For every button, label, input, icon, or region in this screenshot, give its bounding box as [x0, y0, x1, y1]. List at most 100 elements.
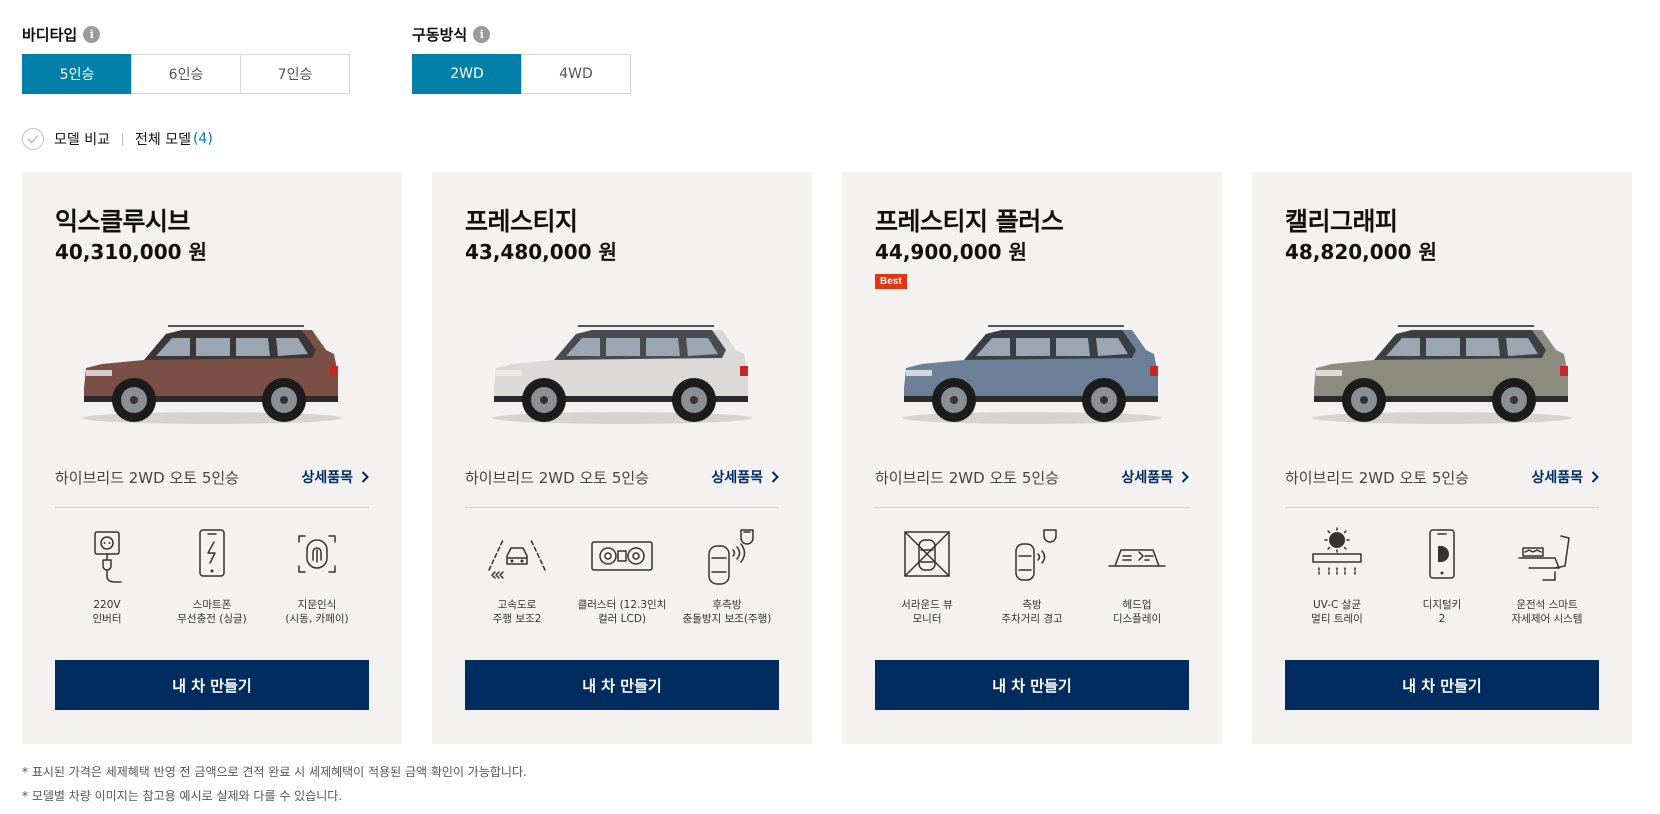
- highway-assist-icon: [485, 526, 549, 592]
- compare-label[interactable]: 모델 비교: [54, 129, 110, 149]
- feature-item: 220V 인버터: [55, 526, 159, 626]
- car-image: [1302, 310, 1582, 430]
- detail-link[interactable]: 상세품목: [711, 467, 779, 487]
- detail-link-label: 상세품목: [1531, 470, 1583, 486]
- total-models-count: (4): [192, 131, 213, 147]
- feature-label: 220V 인버터: [92, 599, 122, 625]
- suv-icon: [82, 325, 342, 424]
- feature-label: 스마트폰 무선충전 (싱글): [177, 599, 247, 625]
- feature-list: 서라운드 뷰 모니터 측방 주차거리 경고 헤드업 디스플레이: [875, 526, 1189, 626]
- compare-row: 모델 비교 전체 모델 (4): [22, 128, 213, 150]
- model-price: 43,480,000 원: [465, 240, 617, 264]
- trim-name: 하이브리드 2WD 오토 5인승: [55, 468, 239, 487]
- feature-list: UV-C 살균 멀티 트레이 디지털키 2 운전석 스마트 자세제어 시스템: [1285, 526, 1599, 626]
- drive-type-filter: 구동방식 i 2WD 4WD: [412, 24, 631, 94]
- feature-item: UV-C 살균 멀티 트레이: [1285, 526, 1389, 626]
- check-icon[interactable]: [22, 128, 44, 150]
- feature-label: 지문인식 (시동, 카페이): [285, 599, 349, 625]
- footnote: * 모델별 차량 이미지는 참고용 예시로 실제와 다를 수 있습니다.: [22, 789, 343, 803]
- build-my-car-button[interactable]: 내 차 만들기: [875, 660, 1189, 710]
- feature-item: 운전석 스마트 자세제어 시스템: [1495, 526, 1599, 626]
- feature-label: 후측방 충돌방지 보조(주행): [682, 599, 772, 625]
- detail-link-label: 상세품목: [1121, 470, 1173, 486]
- trim-row: 하이브리드 2WD 오토 5인승 상세품목: [1285, 466, 1599, 488]
- build-my-car-button[interactable]: 내 차 만들기: [1285, 660, 1599, 710]
- feature-label: 고속도로 주행 보조2: [492, 599, 542, 625]
- build-my-car-button[interactable]: 내 차 만들기: [55, 660, 369, 710]
- detail-link[interactable]: 상세품목: [1121, 467, 1189, 487]
- digital-key-icon: [1410, 526, 1474, 592]
- detail-link-label: 상세품목: [301, 470, 353, 486]
- model-card: 프레스티지 43,480,000 원 하이브리드 2WD 오토 5인승 상세품목…: [432, 172, 812, 744]
- uv-c-tray-icon: [1305, 526, 1369, 592]
- car-image: [72, 310, 352, 430]
- detail-link[interactable]: 상세품목: [301, 467, 369, 487]
- body-type-options: 5인승 6인승 7인승: [22, 54, 350, 94]
- trim-row: 하이브리드 2WD 오토 5인승 상세품목: [465, 466, 779, 488]
- feature-item: 헤드업 디스플레이: [1085, 526, 1189, 626]
- car-image: [892, 310, 1172, 430]
- option-7-seater[interactable]: 7인승: [240, 54, 350, 94]
- trim-name: 하이브리드 2WD 오토 5인승: [1285, 468, 1469, 487]
- divider: [55, 507, 369, 508]
- power-inverter-icon: [75, 526, 139, 592]
- feature-label: 디지털키 2: [1422, 599, 1462, 625]
- option-2wd[interactable]: 2WD: [412, 54, 522, 94]
- feature-item: 스마트폰 무선충전 (싱글): [160, 526, 264, 626]
- chevron-right-icon: [771, 471, 779, 483]
- model-name: 프레스티지: [465, 207, 578, 236]
- drive-type-title: 구동방식 i: [412, 24, 631, 44]
- cluster-icon: [590, 526, 654, 592]
- body-type-title: 바디타입 i: [22, 24, 350, 44]
- feature-label: 운전석 스마트 자세제어 시스템: [1511, 599, 1583, 625]
- model-cards: 익스클루시브 40,310,000 원 하이브리드 2WD 오토 5인승 상세품…: [22, 172, 1632, 744]
- model-name: 캘리그래피: [1285, 207, 1398, 236]
- suv-icon: [492, 325, 752, 424]
- feature-label: 측방 주차거리 경고: [1001, 599, 1063, 625]
- option-6-seater[interactable]: 6인승: [131, 54, 241, 94]
- info-icon[interactable]: i: [473, 25, 491, 43]
- feature-list: 고속도로 주행 보조2 클러스터 (12.3인치 컬러 LCD) 후측방 충돌방지 …: [465, 526, 779, 626]
- rear-collision-icon: [695, 526, 759, 592]
- wireless-charger-icon: [180, 526, 244, 592]
- chevron-right-icon: [1591, 471, 1599, 483]
- model-name: 익스클루시브: [55, 207, 191, 236]
- feature-item: 디지털키 2: [1390, 526, 1494, 626]
- feature-list: 220V 인버터 스마트폰 무선충전 (싱글) 지문인식 (시동, 카페이): [55, 526, 369, 626]
- smart-seat-icon: [1515, 526, 1579, 592]
- feature-label: UV-C 살균 멀티 트레이: [1311, 599, 1363, 625]
- footnotes: * 표시된 가격은 세제혜택 반영 전 금액으로 견적 완료 시 세제혜택이 적…: [22, 760, 527, 808]
- option-5-seater[interactable]: 5인승: [22, 54, 132, 94]
- info-icon[interactable]: i: [83, 25, 101, 43]
- divider: [465, 507, 779, 508]
- divider: [121, 133, 123, 145]
- option-4wd[interactable]: 4WD: [521, 54, 631, 94]
- divider: [1285, 507, 1599, 508]
- total-models-label: 전체 모델: [134, 132, 191, 148]
- surround-view-icon: [895, 526, 959, 592]
- footnote: * 표시된 가격은 세제혜택 반영 전 금액으로 견적 완료 시 세제혜택이 적…: [22, 765, 527, 779]
- parking-warning-icon: [1000, 526, 1064, 592]
- feature-item: 지문인식 (시동, 카페이): [265, 526, 369, 626]
- head-up-display-icon: [1105, 526, 1169, 592]
- detail-link[interactable]: 상세품목: [1531, 467, 1599, 487]
- build-my-car-button[interactable]: 내 차 만들기: [465, 660, 779, 710]
- suv-icon: [902, 325, 1162, 424]
- model-price: 48,820,000 원: [1285, 240, 1437, 264]
- feature-label: 헤드업 디스플레이: [1112, 599, 1162, 625]
- chevron-right-icon: [1181, 471, 1189, 483]
- feature-item: 후측방 충돌방지 보조(주행): [675, 526, 779, 626]
- model-card: 캘리그래피 48,820,000 원 하이브리드 2WD 오토 5인승 상세품목…: [1252, 172, 1632, 744]
- feature-item: 서라운드 뷰 모니터: [875, 526, 979, 626]
- model-card: 프레스티지 플러스 44,900,000 원 Best 하이브리드 2WD 오토…: [842, 172, 1222, 744]
- best-badge: Best: [875, 274, 907, 289]
- car-image: [482, 310, 762, 430]
- feature-item: 고속도로 주행 보조2: [465, 526, 569, 626]
- body-type-filter: 바디타입 i 5인승 6인승 7인승: [22, 24, 350, 94]
- model-name: 프레스티지 플러스: [875, 207, 1064, 236]
- chevron-right-icon: [361, 471, 369, 483]
- fingerprint-icon: [285, 526, 349, 592]
- feature-item: 클러스터 (12.3인치 컬러 LCD): [570, 526, 674, 626]
- feature-label: 서라운드 뷰 모니터: [901, 599, 953, 625]
- trim-row: 하이브리드 2WD 오토 5인승 상세품목: [875, 466, 1189, 488]
